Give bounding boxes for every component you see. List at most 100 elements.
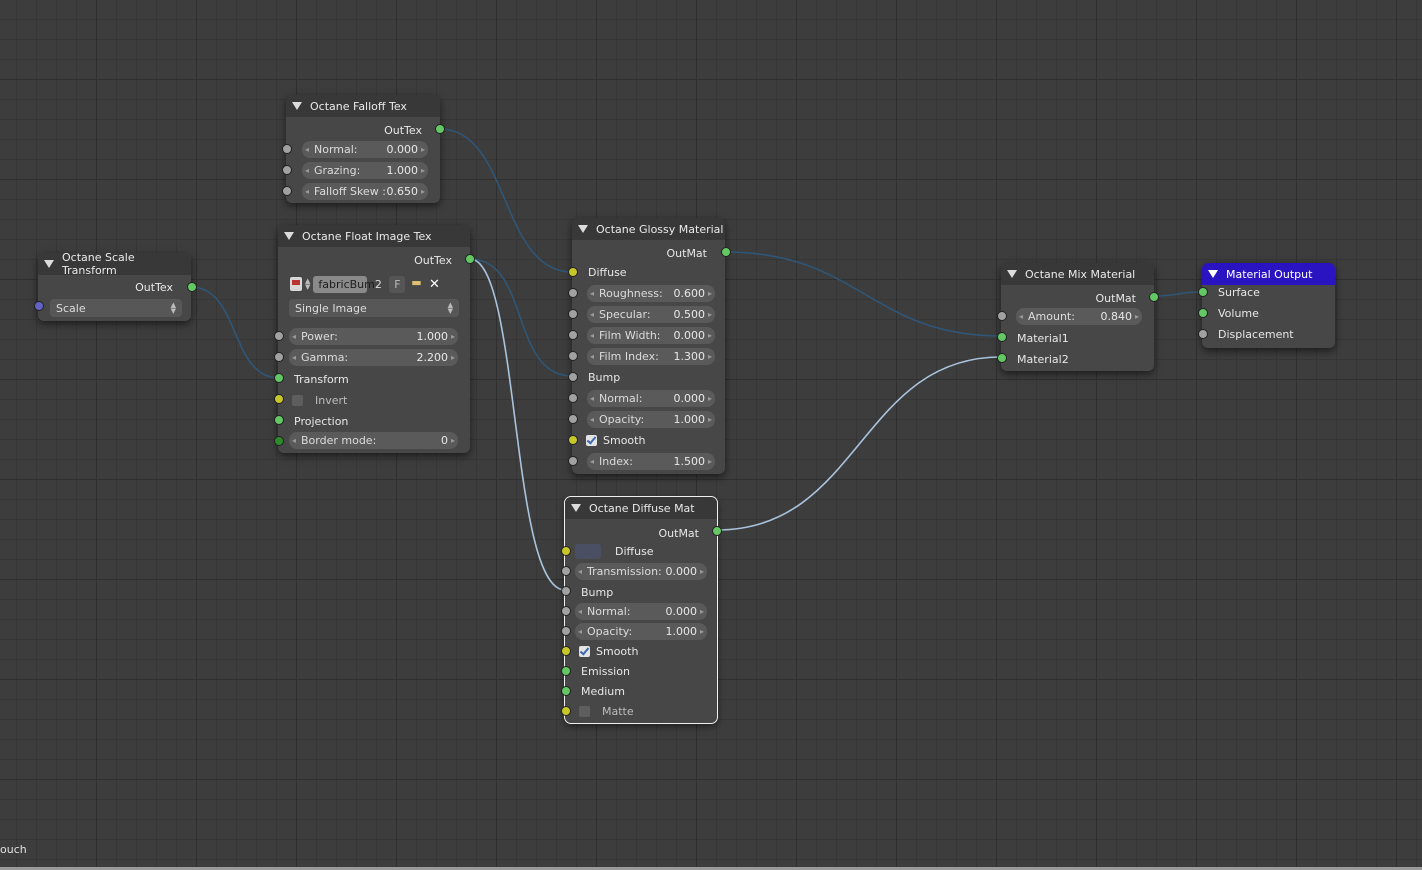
smooth-checkbox[interactable] [586, 434, 597, 446]
link-mix-to-surface [1153, 291, 1203, 297]
grazing-field[interactable]: Grazing: 1.000 [302, 162, 428, 179]
invert-checkbox[interactable] [292, 394, 303, 406]
collapse-triangle-icon[interactable] [1007, 270, 1017, 278]
input-socket-falloff-skew[interactable] [282, 186, 292, 196]
collapse-triangle-icon[interactable] [284, 232, 294, 240]
opacity-field[interactable]: Opacity: 1.000 [575, 623, 707, 640]
input-socket-diffuse[interactable] [568, 267, 578, 277]
input-socket-film-index[interactable] [568, 351, 578, 361]
invert-row[interactable]: Invert [278, 390, 470, 410]
input-socket-normal[interactable] [282, 144, 292, 154]
input-socket-emission[interactable] [561, 666, 571, 676]
volume-row: Volume [1202, 303, 1335, 323]
link-imagetex-to-glossy-bump [469, 258, 573, 377]
node-diffuse-mat[interactable]: Octane Diffuse Mat OutMat Diffuse Transm… [561, 496, 722, 724]
node-material-output[interactable]: Material Output Surface Volume Displacem… [1198, 263, 1335, 348]
output-socket[interactable] [465, 254, 475, 264]
collapse-triangle-icon[interactable] [571, 504, 581, 512]
input-socket-roughness[interactable] [568, 288, 578, 298]
input-socket-invert[interactable] [274, 394, 284, 404]
input-socket-power[interactable] [274, 331, 284, 341]
image-name-field[interactable]: fabricBum [313, 275, 375, 293]
node-header[interactable]: Octane Falloff Tex [286, 95, 440, 117]
image-browse-icon[interactable] [290, 277, 302, 291]
film-width-field[interactable]: Film Width: 0.000 [587, 327, 715, 344]
input-socket-opacity[interactable] [568, 414, 578, 424]
node-scale-transform[interactable]: Octane Scale Transform OutTex Scale ▲ ▼ [34, 251, 197, 321]
input-socket-smooth[interactable] [561, 646, 571, 656]
field-value: 0.000 [673, 329, 706, 342]
input-socket-amount[interactable] [997, 311, 1007, 321]
input-socket-scale[interactable] [34, 301, 44, 311]
input-socket-grazing[interactable] [282, 165, 292, 175]
border-mode-field[interactable]: Border mode: 0 [289, 432, 458, 449]
power-field[interactable]: Power: 1.000 [289, 328, 458, 345]
gamma-field[interactable]: Gamma: 2.200 [289, 349, 458, 366]
matte-row[interactable]: Matte [565, 701, 717, 721]
fake-user-button[interactable]: F [389, 275, 406, 293]
node-float-image-tex[interactable]: Octane Float Image Tex OutTex ▲ ▼ fabricB… [274, 225, 475, 453]
input-socket-surface[interactable] [1198, 287, 1208, 297]
node-header[interactable]: Octane Mix Material [1001, 263, 1154, 285]
input-socket-bump[interactable] [561, 586, 571, 596]
film-index-field[interactable]: Film Index: 1.300 [587, 348, 715, 365]
input-socket-opacity[interactable] [561, 626, 571, 636]
normal-field[interactable]: Normal: 0.000 [302, 141, 428, 158]
scale-input-field[interactable]: Scale ▲ ▼ [50, 299, 182, 317]
transmission-field[interactable]: Transmission: 0.000 [575, 563, 707, 580]
input-socket-specular[interactable] [568, 309, 578, 319]
diffuse-color-swatch[interactable] [575, 543, 601, 559]
input-socket-normal[interactable] [561, 606, 571, 616]
input-socket-displacement[interactable] [1198, 329, 1208, 339]
input-socket-film-width[interactable] [568, 330, 578, 340]
input-socket-index[interactable] [568, 456, 578, 466]
input-socket-transmission[interactable] [561, 566, 571, 576]
normal-field[interactable]: Normal: 0.000 [575, 603, 707, 620]
node-header[interactable]: Octane Float Image Tex [278, 225, 470, 247]
input-socket-border-mode[interactable] [274, 436, 284, 446]
collapse-triangle-icon[interactable] [44, 260, 54, 268]
input-socket-volume[interactable] [1198, 308, 1208, 318]
roughness-field[interactable]: Roughness: 0.600 [587, 285, 715, 302]
falloff-skew-field[interactable]: Falloff Skew : 0.650 [302, 183, 428, 200]
collapse-triangle-icon[interactable] [1208, 270, 1218, 278]
input-socket-gamma[interactable] [274, 352, 284, 362]
output-socket[interactable] [721, 247, 731, 257]
normal-field[interactable]: Normal: 0.000 [587, 390, 715, 407]
output-socket[interactable] [712, 526, 722, 536]
output-socket[interactable] [1149, 292, 1159, 302]
node-header[interactable]: Octane Glossy Material [572, 218, 725, 240]
matte-checkbox[interactable] [579, 705, 590, 717]
opacity-field[interactable]: Opacity: 1.000 [587, 411, 715, 428]
input-socket-material2[interactable] [997, 353, 1007, 363]
output-socket[interactable] [435, 124, 445, 134]
user-count[interactable]: 2 [370, 278, 386, 291]
specular-field[interactable]: Specular: 0.500 [587, 306, 715, 323]
node-header[interactable]: Octane Scale Transform [38, 251, 191, 277]
image-source-dropdown[interactable]: Single Image ▲ ▼ [289, 299, 459, 317]
input-socket-diffuse[interactable] [561, 546, 571, 556]
smooth-checkbox[interactable] [579, 645, 590, 657]
node-falloff-tex[interactable]: Octane Falloff Tex OutTex Normal: 0.000 … [282, 95, 445, 203]
input-socket-projection[interactable] [274, 415, 284, 425]
input-socket-transform[interactable] [274, 373, 284, 383]
index-field[interactable]: Index: 1.500 [587, 453, 715, 470]
output-socket[interactable] [187, 282, 197, 292]
input-socket-matte[interactable] [561, 706, 571, 716]
node-glossy-material[interactable]: Octane Glossy Material OutMat Diffuse Ro… [568, 218, 731, 474]
open-folder-icon[interactable]: ▬ [408, 276, 424, 293]
node-mix-material[interactable]: Octane Mix Material OutMat Amount: 0.840… [997, 263, 1159, 371]
input-socket-medium[interactable] [561, 686, 571, 696]
node-header[interactable]: Octane Diffuse Mat [565, 497, 717, 519]
input-socket-material1[interactable] [997, 332, 1007, 342]
collapse-triangle-icon[interactable] [292, 102, 302, 110]
collapse-triangle-icon[interactable] [578, 225, 588, 233]
close-icon[interactable]: ✕ [427, 276, 441, 293]
input-socket-smooth[interactable] [568, 435, 578, 445]
input-socket-bump[interactable] [568, 372, 578, 382]
smooth-row[interactable]: Smooth [565, 641, 717, 661]
amount-field[interactable]: Amount: 0.840 [1016, 308, 1142, 325]
output-row: OutMat [1001, 288, 1154, 308]
smooth-row[interactable]: Smooth [572, 430, 725, 450]
input-socket-normal[interactable] [568, 393, 578, 403]
